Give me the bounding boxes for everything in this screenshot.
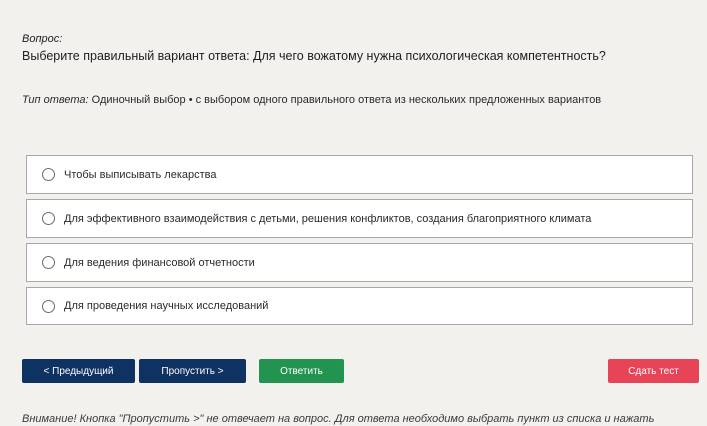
finish-test-button[interactable]: Сдать тест: [608, 359, 699, 383]
answer-option-label: Для ведения финансовой отчетности: [64, 256, 255, 269]
answer-option[interactable]: Для проведения научных исследований: [26, 287, 693, 325]
answer-option[interactable]: Для эффективного взаимодействия с детьми…: [26, 199, 693, 238]
skip-button[interactable]: Пропустить >: [139, 359, 246, 383]
answer-type: Тип ответа: Одиночный выбор • с выбором …: [22, 94, 601, 106]
previous-button[interactable]: < Предыдущий: [22, 359, 135, 383]
answer-option[interactable]: Для ведения финансовой отчетности: [26, 243, 693, 282]
answer-options: Чтобы выписывать лекарства Для эффективн…: [26, 155, 693, 330]
answer-option[interactable]: Чтобы выписывать лекарства: [26, 155, 693, 194]
answer-type-value: Одиночный выбор • с выбором одного прави…: [91, 94, 602, 106]
answer-type-label: Тип ответа:: [22, 94, 89, 106]
answer-option-label: Для эффективного взаимодействия с детьми…: [64, 212, 592, 225]
answer-option-label: Для проведения научных исследований: [64, 300, 269, 312]
radio-button[interactable]: [42, 212, 55, 225]
radio-button[interactable]: [42, 299, 55, 313]
answer-button[interactable]: Ответить: [259, 359, 344, 383]
question-text: Выберите правильный вариант ответа: Для …: [22, 49, 606, 63]
radio-button[interactable]: [42, 168, 55, 181]
skip-warning: Внимание! Кнопка "Пропустить >" не отвеч…: [22, 413, 655, 425]
radio-button[interactable]: [42, 256, 55, 269]
question-heading: Вопрос:: [22, 33, 63, 45]
test-page: Вопрос: Выберите правильный вариант отве…: [0, 0, 707, 426]
answer-option-label: Чтобы выписывать лекарства: [64, 168, 217, 181]
